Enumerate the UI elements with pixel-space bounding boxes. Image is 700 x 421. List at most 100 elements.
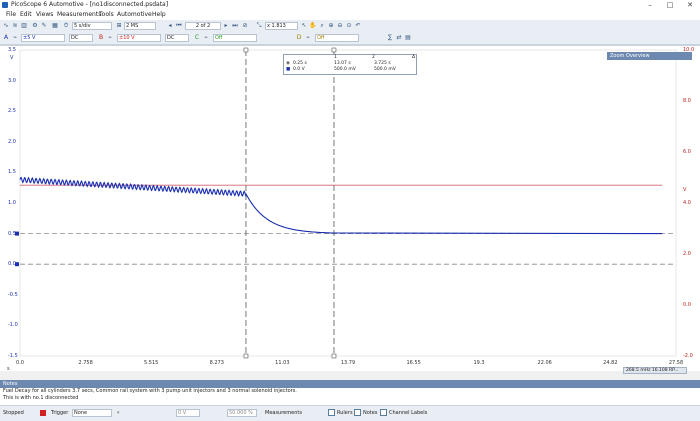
channel-d-label[interactable]: D — [295, 34, 303, 42]
trigger-channel-select[interactable]: ▾ — [117, 410, 120, 416]
spectrum-mode-icon[interactable]: ▥ — [20, 22, 28, 30]
hand-tool-icon[interactable]: ✋ — [309, 22, 317, 30]
time-cursor-bottom-handle-1 — [243, 353, 249, 359]
channel-d-probe-icon[interactable]: ⌁ — [304, 34, 312, 42]
waveform-plot[interactable] — [0, 46, 700, 371]
stop-icon[interactable] — [40, 410, 46, 416]
measurements-button[interactable]: Measurements — [265, 410, 302, 416]
menu-views[interactable]: Views — [36, 11, 53, 18]
undo-zoom-icon[interactable]: ↶ — [354, 22, 362, 30]
close-button[interactable]: ✕ — [680, 0, 700, 10]
time-axis-tick: 2.758 — [78, 360, 93, 366]
maximize-button[interactable]: □ — [660, 0, 680, 10]
channel-c-range[interactable]: Off — [213, 34, 257, 42]
pencil-icon[interactable]: ✎ — [40, 22, 48, 30]
axis-b-tick: 0.0 — [683, 302, 691, 308]
scope-view[interactable]: V V 3.5 3.0 2.5 2.0 1.5 1.0 0.5 0.0 -0.5 -1.0 -1.5… — [0, 45, 700, 372]
ruler-header-2: 2 — [372, 55, 375, 60]
first-buffer-icon[interactable]: ⏮ — [175, 22, 183, 30]
ruler-time-1: 0.25 s — [293, 61, 307, 66]
channel-a-label[interactable]: A — [2, 34, 10, 42]
menu-help[interactable]: Help — [152, 11, 166, 18]
menu-file[interactable]: File — [6, 11, 16, 18]
channel-c-probe-icon[interactable]: ⌁ — [202, 34, 210, 42]
persistence-mode-icon[interactable]: ≋ — [11, 22, 19, 30]
channel-d-range[interactable]: Off — [315, 34, 359, 42]
menu-bar: File Edit Views Measurements Tools Autom… — [0, 10, 700, 20]
notes-header: Notes — [0, 380, 700, 388]
channel-a-trace — [19, 176, 663, 235]
zoom-to-fit-icon[interactable]: ⤡ — [255, 22, 263, 30]
axis-a-tick: 0.5 — [8, 230, 16, 237]
axis-b-tick: 2.0 — [683, 251, 691, 257]
zoom-full-icon[interactable]: ⊙ — [345, 22, 353, 30]
zoom-factor[interactable]: x 1.813 — [265, 22, 298, 30]
trigger-label: Trigger — [51, 410, 69, 416]
samples-icon: ⊞ — [116, 22, 122, 29]
rulers-label: Rulers — [337, 410, 353, 416]
math-channel-icon[interactable]: ∑ — [386, 34, 394, 42]
menu-tools[interactable]: Tools — [99, 11, 114, 18]
time-axis-tick: 0.0 — [16, 360, 24, 366]
timebase-select[interactable]: 5 s/div — [72, 22, 112, 30]
next-buffer-icon[interactable]: ▸ — [222, 22, 230, 30]
minimize-button[interactable]: – — [640, 0, 660, 10]
ruler-legend[interactable]: 1 2 Δ ◉ 0.25 s 13.07 s 3.725 s ■ 0.0 V 5… — [283, 54, 417, 75]
time-axis-tick: 19.3 — [473, 360, 485, 366]
app-icon — [2, 2, 8, 8]
trigger-mode-select[interactable]: None — [72, 409, 112, 417]
channel-options-icon[interactable]: ▤ — [404, 34, 412, 42]
axis-a-tick: 3.5 — [8, 47, 16, 53]
channel-a-coupling[interactable]: DC — [69, 34, 93, 42]
channel-b-probe-icon[interactable]: ⌁ — [106, 34, 114, 42]
time-cursor-top-handle-1 — [243, 47, 249, 53]
grid-icon[interactable]: ▦ — [51, 22, 59, 30]
axis-b-tick: 4.0 — [683, 200, 691, 206]
frequency-readout: 268.5 mHz 16.108 RP... — [623, 367, 687, 374]
zoom-region-icon[interactable]: ⌕ — [318, 22, 326, 30]
buffer-navigator[interactable]: 2 of 2 — [185, 22, 221, 30]
channel-b-coupling[interactable]: DC — [165, 34, 189, 42]
menu-automotive[interactable]: Automotive — [117, 11, 152, 18]
rulers-checkbox[interactable] — [328, 409, 335, 416]
time-axis-tick: 22.06 — [537, 360, 552, 366]
channel-b-label[interactable]: B — [97, 34, 105, 42]
ruler-time-delta: 3.725 s — [374, 61, 391, 66]
zoom-overview-panel[interactable]: Zoom Overview — [607, 52, 692, 60]
pre-trigger[interactable]: 50.000 % — [227, 409, 257, 417]
zoom-in-icon[interactable]: ⊕ — [327, 22, 335, 30]
zoom-out-icon[interactable]: ⊖ — [336, 22, 344, 30]
channel-b-range[interactable]: ±10 V — [117, 34, 161, 42]
time-axis-unit: s — [7, 366, 10, 372]
previous-buffer-icon[interactable]: ◂ — [166, 22, 174, 30]
axis-b-tick: 8.0 — [683, 98, 691, 104]
axis-a-tick: -1.5 — [8, 353, 18, 359]
ruler-volt-delta: 500.0 mV — [374, 67, 396, 72]
time-axis-tick: 27.58 — [668, 360, 684, 366]
axis-a-tick: 0.0 — [8, 261, 16, 268]
channel-a-range[interactable]: ±5 V — [21, 34, 65, 42]
time-axis-tick: 8.273 — [209, 360, 224, 366]
samples-select[interactable]: 2 MS — [124, 22, 156, 30]
menu-measurements[interactable]: Measurements — [57, 11, 101, 18]
channel-a-probe-icon[interactable]: ⌁ — [11, 34, 19, 42]
select-tool-icon[interactable]: ↖ — [300, 22, 308, 30]
trigger-level[interactable]: 0 V — [176, 409, 200, 417]
axis-a-tick: 3.0 — [8, 77, 16, 84]
scope-mode-icon[interactable]: ∿ — [2, 22, 10, 30]
channel-labels-checkbox[interactable] — [380, 409, 387, 416]
axis-b-tick: 6.0 — [683, 149, 691, 155]
notes-checkbox[interactable] — [354, 409, 361, 416]
notes-label: Notes — [363, 410, 378, 416]
axis-a-tick: 1.5 — [8, 169, 16, 176]
voltage-ruler-icon: ■ — [286, 67, 291, 72]
axis-b-unit: V — [683, 187, 687, 193]
probe-icon[interactable]: ⚙ — [31, 22, 39, 30]
buffer-overview-icon[interactable]: ⊘ — [241, 22, 249, 30]
channel-c-label[interactable]: C — [193, 34, 201, 42]
menu-edit[interactable]: Edit — [20, 11, 32, 18]
time-ruler-icon: ◉ — [286, 61, 290, 66]
reference-channel-icon[interactable]: ⇄ — [395, 34, 403, 42]
notes-text[interactable]: Fuel Decay for all cylinders 3.7 secs, C… — [0, 388, 700, 405]
last-buffer-icon[interactable]: ⏭ — [231, 22, 239, 30]
